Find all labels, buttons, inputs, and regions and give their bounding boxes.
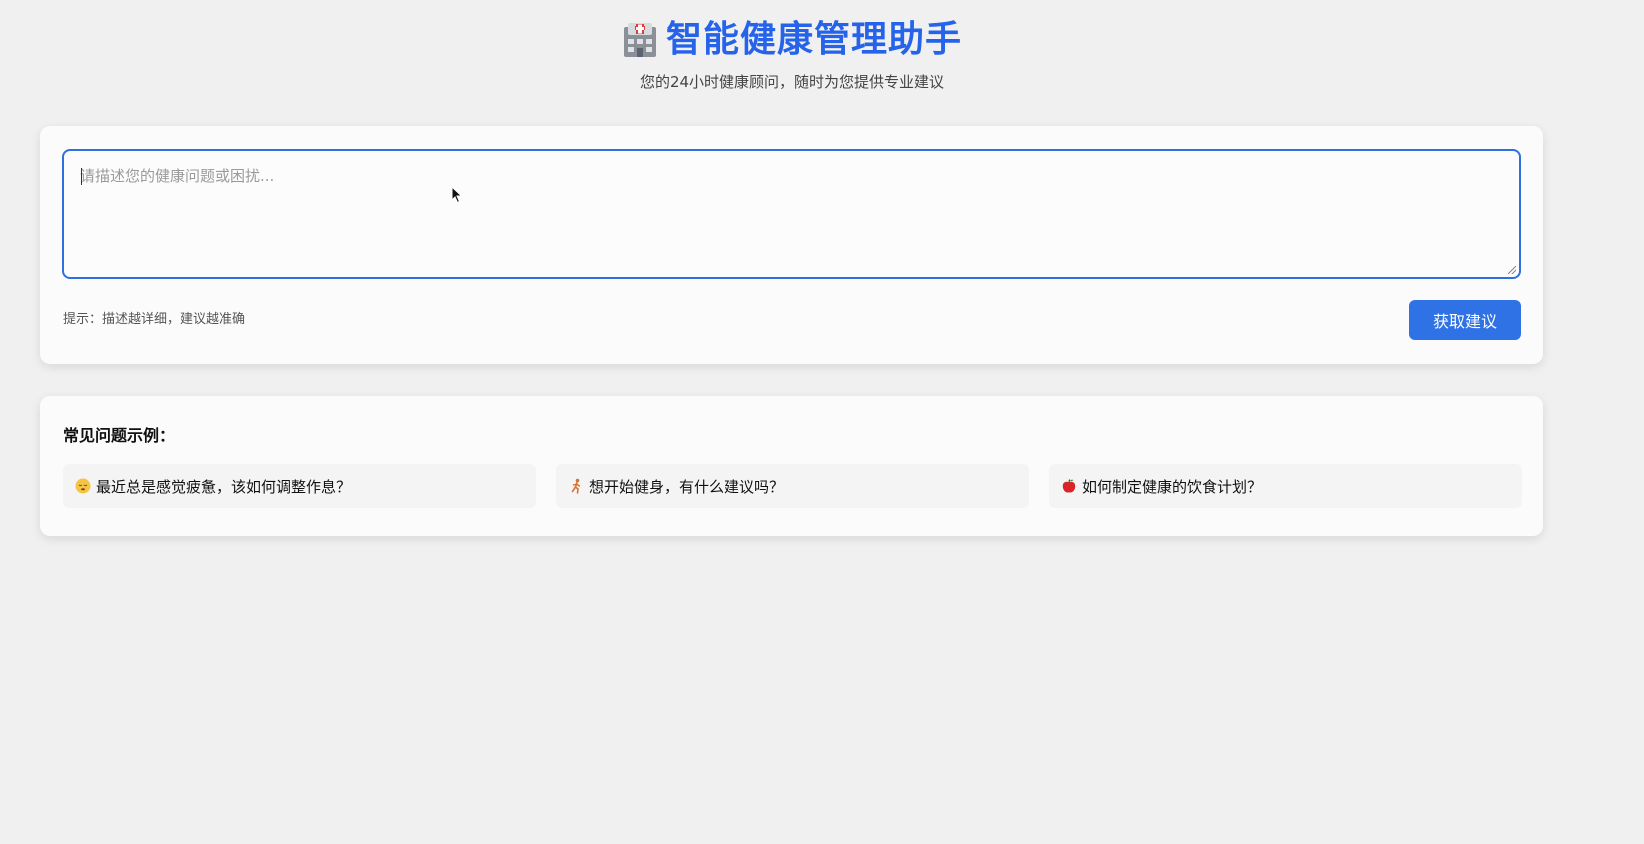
apple-icon <box>1061 478 1077 494</box>
question-textarea[interactable] <box>64 151 1519 277</box>
example-item-fitness[interactable]: 想开始健身，有什么建议吗？ <box>556 464 1029 508</box>
text-caret <box>81 168 82 185</box>
hospital-icon <box>622 21 658 59</box>
example-text: 想开始健身，有什么建议吗？ <box>589 477 785 496</box>
question-textarea-wrapper <box>62 149 1521 279</box>
question-input-card: 提示：描述越详细，建议越准确 获取建议 <box>40 126 1543 364</box>
title-row: 智能健康管理助手 <box>0 18 1584 62</box>
example-text: 最近总是感觉疲惫，该如何调整作息？ <box>96 477 352 496</box>
example-item-fatigue[interactable]: 最近总是感觉疲惫，该如何调整作息？ <box>63 464 536 508</box>
examples-card: 常见问题示例： 最近总是感觉疲惫，该如何调整作息？ 想开始健身，有什么建议吗？ … <box>40 396 1543 536</box>
page-title: 智能健康管理助手 <box>665 19 962 60</box>
page-subtitle: 您的24小时健康顾问，随时为您提供专业建议 <box>639 73 945 91</box>
sleepy-face-icon <box>75 478 91 494</box>
running-person-icon <box>568 478 584 494</box>
resize-handle[interactable] <box>1508 266 1516 274</box>
input-hint: 提示：描述越详细，建议越准确 <box>63 312 246 327</box>
mouse-pointer-icon <box>451 185 463 204</box>
examples-list: 最近总是感觉疲惫，该如何调整作息？ 想开始健身，有什么建议吗？ 如何制定健康的饮… <box>63 464 1522 508</box>
examples-title: 常见问题示例： <box>63 426 176 445</box>
example-item-diet[interactable]: 如何制定健康的饮食计划？ <box>1049 464 1522 508</box>
example-text: 如何制定健康的饮食计划？ <box>1082 477 1263 496</box>
get-advice-button[interactable]: 获取建议 <box>1409 300 1521 340</box>
